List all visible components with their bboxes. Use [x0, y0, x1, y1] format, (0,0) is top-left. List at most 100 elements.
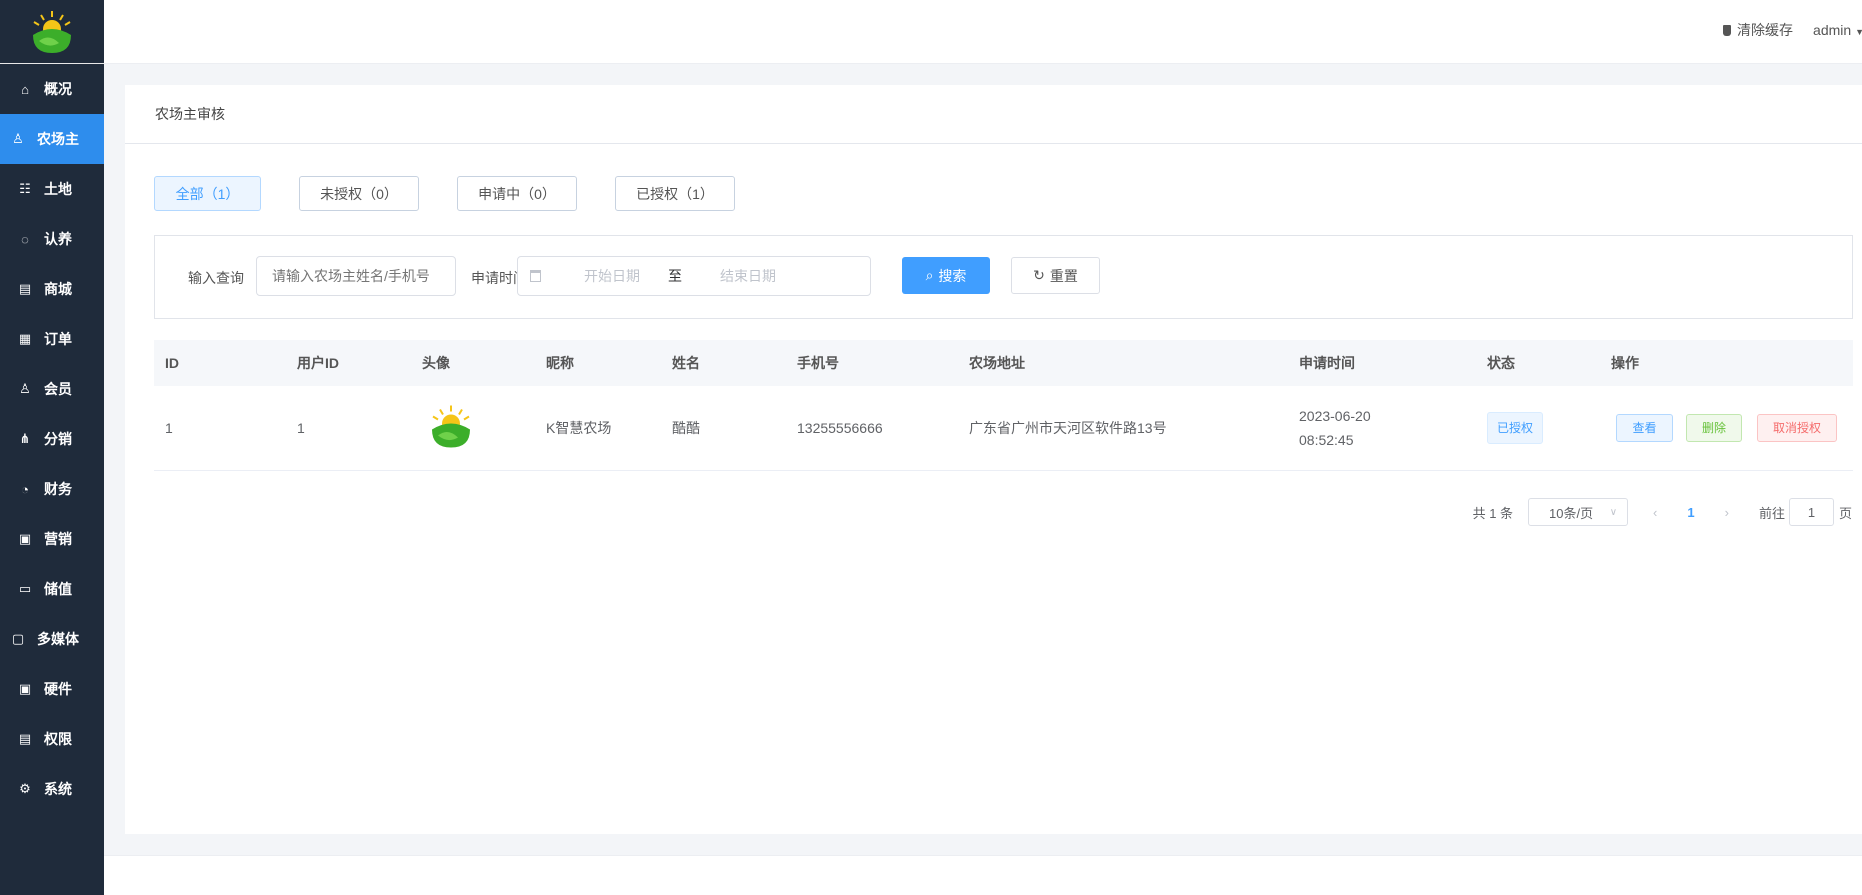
sidebar-item[interactable]: ◌ 认养 — [0, 214, 104, 264]
sidebar-item[interactable]: ⌂ 概况 — [0, 64, 104, 114]
username: admin — [1813, 22, 1852, 38]
marketing-icon: ▣ — [18, 531, 32, 546]
cell-apply-time: 2023-06-20 08:52:45 — [1299, 404, 1371, 452]
col-id: ID — [165, 355, 179, 371]
sidebar-item-label: 权限 — [44, 731, 72, 747]
user-menu[interactable]: admin ▼ — [1813, 22, 1862, 38]
cell-name: 酷酷 — [672, 420, 700, 436]
total-count: 共 1 条 — [1472, 505, 1514, 521]
sidebar-item[interactable]: ⚙ 系统 — [0, 764, 104, 814]
page-size-select[interactable]: 10条/页 ∨ — [1528, 498, 1629, 526]
tab-applying[interactable]: 申请中（0） — [457, 176, 577, 211]
apply-time: 08:52:45 — [1299, 432, 1354, 448]
reset-label: 重置 — [1049, 267, 1078, 284]
sidebar: ⌂ 概况 ♙ 农场主 ☷ 土地 ◌ 认养 ▤ 商城 ▦ 订单 ♙ 会员 ⋔ 分销 ◔ 财务 ▣ 营销 ▭ 储值 ▢ 多媒体 ▣ 硬… — [0, 0, 104, 895]
adopt-icon: ◌ — [21, 231, 29, 247]
sidebar-item[interactable]: ▢ 多媒体 — [0, 614, 104, 664]
monitor-icon: ▢ — [11, 631, 25, 646]
col-name: 姓名 — [672, 355, 700, 371]
start-date-input[interactable]: 开始日期 — [584, 266, 640, 286]
search-input[interactable] — [256, 256, 456, 296]
share-icon: ⋔ — [19, 431, 31, 446]
prev-page-button[interactable]: ‹ — [1653, 505, 1657, 520]
cell-nickname: K智慧农场 — [546, 420, 612, 436]
cell-address: 广东省广州市天河区软件路13号 — [969, 420, 1167, 436]
cell-phone: 13255556666 — [797, 420, 883, 436]
land-icon: ☷ — [19, 181, 31, 196]
table-row: 1 1 K智慧农场 酷酷 13255556666 广东省广州市天河区软件路13号… — [154, 386, 1853, 471]
col-address: 农场地址 — [969, 355, 1025, 371]
clear-cache-button[interactable]: 清除缓存 — [1723, 20, 1793, 40]
sidebar-item[interactable]: ▤ 商城 — [0, 264, 104, 314]
sidebar-item[interactable]: ▣ 营销 — [0, 514, 104, 564]
view-button[interactable]: 查看 — [1616, 414, 1673, 442]
sidebar-item[interactable]: ▦ 订单 — [0, 314, 104, 364]
sidebar-item[interactable]: ⋔ 分销 — [0, 414, 104, 464]
sidebar-item-label: 订单 — [44, 331, 72, 347]
sidebar-item[interactable]: ◔ 财务 — [0, 464, 104, 514]
end-date-input[interactable]: 结束日期 — [720, 266, 776, 286]
sidebar-item[interactable]: ♙ 会员 — [0, 364, 104, 414]
permission-icon: ▤ — [18, 731, 32, 746]
sidebar-item-label: 农场主 — [37, 131, 79, 147]
goto-page-input[interactable]: 1 — [1788, 498, 1834, 526]
avatar — [427, 404, 475, 453]
col-status: 状态 — [1487, 355, 1515, 371]
col-avatar: 头像 — [422, 355, 450, 371]
search-button[interactable]: ⌕ 搜索 — [902, 257, 990, 294]
search-label: 搜索 — [938, 267, 967, 284]
calendar-icon — [530, 270, 541, 282]
caret-down-icon: ▼ — [1855, 27, 1862, 37]
pie-chart-icon: ◔ — [21, 481, 29, 497]
cell-id: 1 — [165, 420, 173, 436]
farm-logo-icon — [33, 10, 71, 53]
status-badge: 已授权 — [1487, 412, 1544, 444]
range-separator: 至 — [668, 268, 682, 284]
col-user-id: 用户ID — [297, 355, 339, 371]
wallet-icon: ▭ — [18, 581, 32, 596]
sidebar-item-label: 概况 — [44, 81, 72, 97]
sidebar-item-label: 系统 — [44, 781, 72, 797]
apply-date: 2023-06-20 — [1299, 408, 1371, 424]
page-1[interactable]: 1 — [1687, 505, 1694, 520]
sidebar-item-label: 认养 — [44, 231, 72, 247]
goto-label: 前往 — [1758, 505, 1785, 521]
delete-button[interactable]: 删除 — [1686, 414, 1742, 442]
refresh-icon: ↻ — [1033, 267, 1045, 283]
sidebar-item-label: 多媒体 — [37, 631, 79, 647]
pagination: 共 1 条 10条/页 ∨ ‹ 1 › 前往 1 页 — [1473, 498, 1852, 526]
next-page-button[interactable]: › — [1725, 505, 1729, 520]
sidebar-item-label: 商城 — [44, 281, 72, 297]
revoke-button[interactable]: 取消授权 — [1757, 414, 1837, 442]
tab-all[interactable]: 全部（1） — [154, 176, 261, 211]
search-icon: ⌕ — [925, 267, 934, 283]
sidebar-item[interactable]: ▭ 储值 — [0, 564, 104, 614]
col-actions: 操作 — [1611, 355, 1639, 371]
reset-button[interactable]: ↻ 重置 — [1011, 257, 1100, 294]
cell-user-id: 1 — [297, 420, 305, 436]
tab-unauthorized[interactable]: 未授权（0） — [299, 176, 419, 211]
page-title: 农场主审核 — [125, 85, 1862, 144]
sidebar-item-label: 分销 — [44, 431, 72, 447]
sidebar-item-label: 营销 — [44, 531, 72, 547]
col-nickname: 昵称 — [546, 355, 574, 371]
main-card: 农场主审核 全部（1） 未授权（0） 申请中（0） 已授权（1） 输入查询 申请… — [125, 85, 1862, 834]
page-suffix: 页 — [1838, 505, 1852, 521]
date-range-picker[interactable]: 开始日期 至 结束日期 — [517, 256, 871, 296]
sidebar-item-label: 硬件 — [44, 681, 72, 697]
user-icon: ♙ — [19, 381, 31, 396]
farmer-table: ID 用户ID 头像 昵称 姓名 手机号 农场地址 申请时间 状态 操作 1 1… — [154, 340, 1853, 471]
sidebar-item[interactable]: ▤ 权限 — [0, 714, 104, 764]
brush-icon — [1723, 24, 1732, 36]
table-header: ID 用户ID 头像 昵称 姓名 手机号 农场地址 申请时间 状态 操作 — [154, 340, 1853, 386]
sidebar-item[interactable]: ▣ 硬件 — [0, 664, 104, 714]
sidebar-item[interactable]: ♙ 农场主 — [0, 114, 104, 164]
logo — [0, 0, 104, 64]
chevron-down-icon: ∨ — [1609, 506, 1618, 518]
page-size-value: 10条/页 — [1549, 505, 1594, 521]
col-apply-time: 申请时间 — [1299, 355, 1355, 371]
sidebar-item[interactable]: ☷ 土地 — [0, 164, 104, 214]
tab-authorized[interactable]: 已授权（1） — [615, 176, 735, 211]
store-icon: ▤ — [18, 281, 32, 296]
query-label: 输入查询 — [188, 270, 244, 286]
